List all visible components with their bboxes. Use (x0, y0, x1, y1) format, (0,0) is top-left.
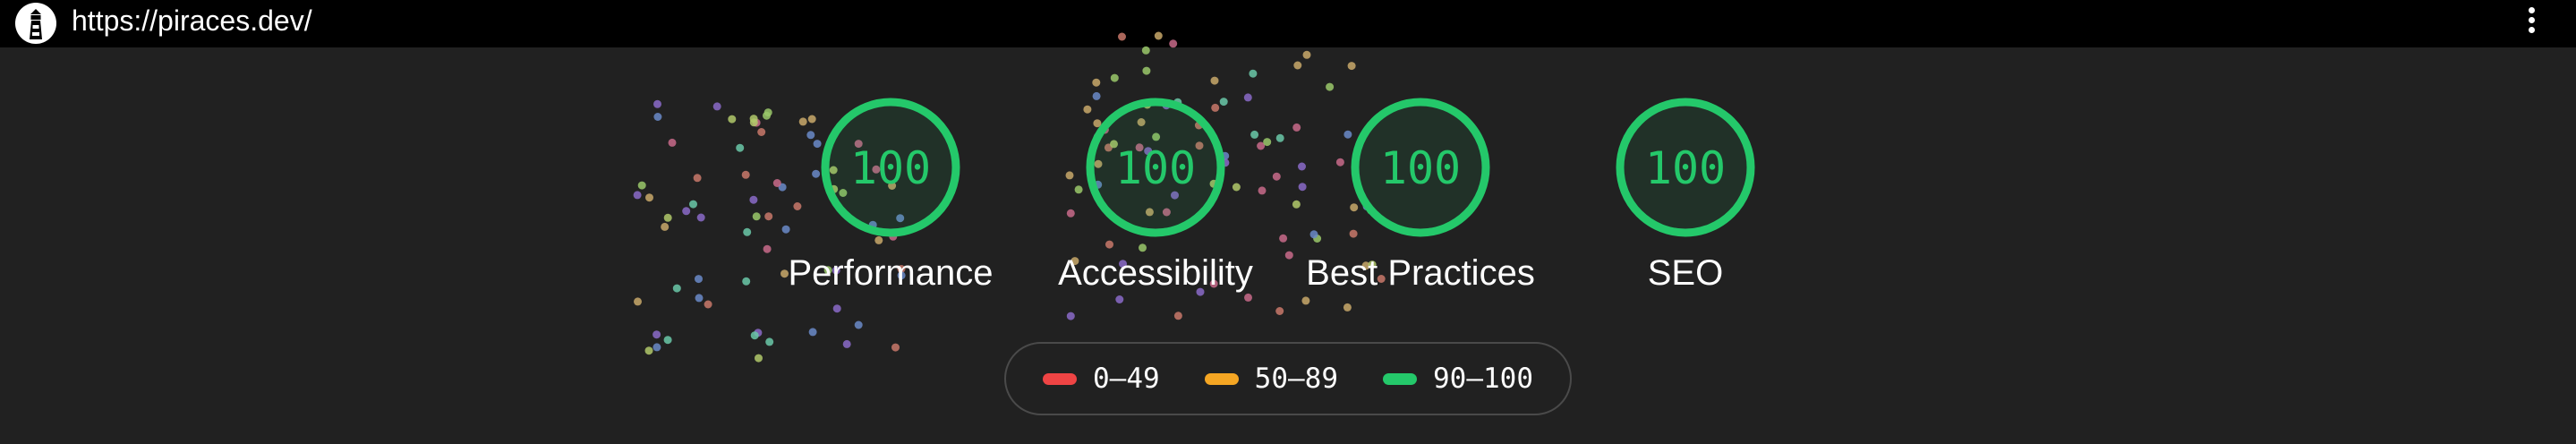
confetti-dot (644, 346, 653, 355)
confetti-dot (1092, 78, 1101, 87)
confetti-dot (1141, 46, 1150, 55)
confetti-dot (653, 99, 661, 108)
gauge-score: 100 (1380, 142, 1461, 194)
confetti-dot (1110, 73, 1119, 82)
confetti-dot (728, 115, 737, 124)
confetti-dot (637, 181, 646, 190)
confetti-dot (891, 343, 900, 352)
confetti-dot (808, 328, 817, 337)
confetti-dot (1118, 32, 1126, 41)
confetti-dot (696, 213, 705, 222)
legend-range: 90–100 (1433, 363, 1533, 395)
gauge-score: 100 (1645, 142, 1726, 194)
confetti-dot (695, 294, 704, 303)
confetti-dot (672, 284, 681, 293)
confetti-dot (750, 331, 759, 340)
confetti-dot (755, 354, 763, 363)
gauge-score: 100 (1115, 142, 1196, 194)
confetti-dot (653, 113, 662, 121)
gauge-ring: 100 (1616, 98, 1755, 237)
legend-range: 0–49 (1093, 363, 1160, 395)
legend-range: 50–89 (1254, 363, 1338, 395)
confetti-dot (741, 170, 750, 179)
gauge-label: SEO (1647, 253, 1724, 293)
legend-item-pass: 90–100 (1383, 363, 1533, 395)
legend-swatch (1383, 372, 1417, 385)
confetti-dot (634, 297, 642, 306)
confetti-dot (1210, 76, 1219, 85)
confetti-dot (736, 143, 745, 152)
gauge-label: Performance (788, 253, 994, 293)
gauge-ring: 100 (821, 98, 960, 237)
confetti-dot (668, 138, 677, 147)
confetti-dot (1142, 66, 1151, 75)
confetti-dot (1293, 61, 1302, 70)
confetti-dot (663, 336, 672, 345)
confetti-dot (1154, 31, 1163, 40)
confetti-dot (663, 213, 672, 222)
confetti-dot (1326, 82, 1335, 91)
gauge-accessibility[interactable]: 100 Accessibility (1021, 97, 1290, 312)
confetti-dot (695, 275, 703, 284)
confetti-dot (704, 300, 712, 309)
gauge-label: Accessibility (1058, 253, 1253, 293)
confetti-dot (1173, 312, 1182, 320)
confetti-dot (1302, 50, 1311, 59)
gauge-ring: 100 (1086, 98, 1225, 237)
confetti-dot (689, 200, 697, 209)
confetti-dot (743, 227, 752, 236)
gauge-score: 100 (850, 142, 931, 194)
confetti-dot (682, 207, 691, 216)
confetti-dot (645, 193, 653, 202)
confetti-dot (742, 277, 751, 286)
gauge-performance[interactable]: 100 Performance (756, 97, 1025, 312)
gauge-label: Best Practices (1306, 253, 1535, 293)
gauge-ring: 100 (1351, 98, 1490, 237)
gauge-seo[interactable]: 100 SEO (1551, 97, 1820, 312)
confetti-dot (712, 102, 721, 111)
gauge-best-practices[interactable]: 100 Best Practices (1286, 97, 1555, 312)
confetti-dot (1347, 62, 1356, 71)
confetti-dot (661, 222, 670, 231)
legend-item-average: 50–89 (1204, 363, 1338, 395)
confetti-dot (1169, 39, 1178, 48)
legend-swatch (1204, 372, 1239, 385)
confetti-dot (1249, 69, 1258, 78)
confetti-dot (633, 191, 642, 200)
confetti-dot (842, 339, 851, 348)
confetti-dot (693, 174, 702, 183)
confetti-dot (1066, 312, 1075, 320)
legend-swatch (1043, 372, 1078, 385)
confetti-dot (854, 320, 863, 329)
score-legend: 0–49 50–89 90–100 (1004, 342, 1572, 415)
confetti-dot (765, 337, 774, 346)
confetti-dot (653, 343, 661, 352)
legend-item-fail: 0–49 (1043, 363, 1160, 395)
confetti-dot (653, 330, 661, 339)
